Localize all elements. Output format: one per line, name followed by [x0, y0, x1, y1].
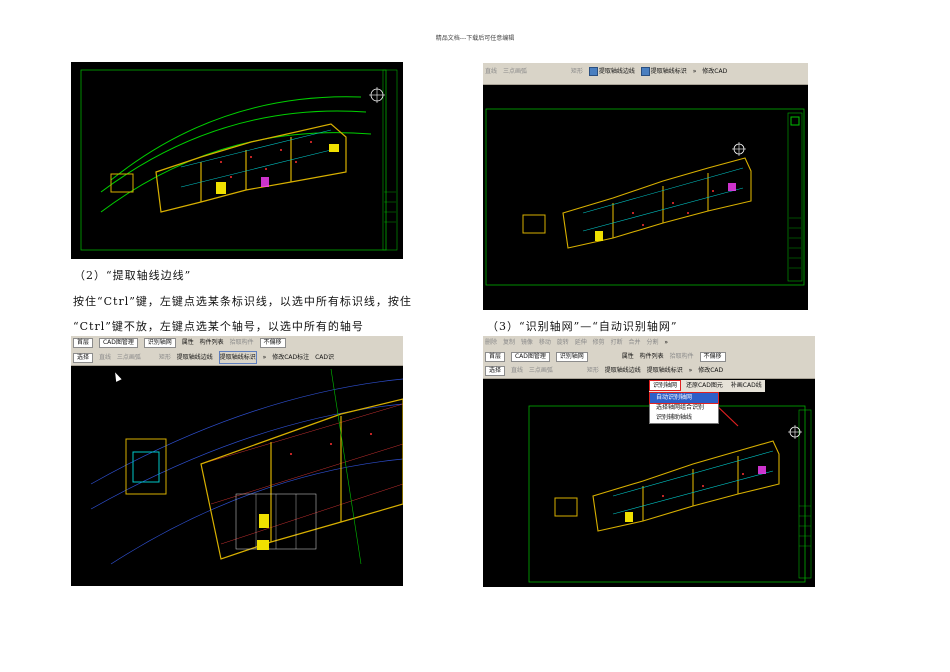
toolbar-modify: 删除 复制 镜像 移动 旋转 延伸 修剪 打断 合并 分割 » — [483, 336, 815, 351]
split-button[interactable]: 分割 — [646, 337, 658, 348]
rect-tool[interactable]: 矩形 — [587, 365, 599, 376]
copy-button[interactable]: 复制 — [503, 337, 515, 348]
extract-axis-edge-button[interactable]: 提取轴线边线 — [605, 365, 641, 376]
modify-cad-button[interactable]: 修改CAD — [698, 365, 723, 376]
cad-identify-button[interactable]: CAD识 — [315, 352, 334, 363]
properties-button[interactable]: 属性 — [622, 351, 634, 362]
caption-step2-line1: 按住“Ctrl”键，左键点选某条标识线，以选中所有标识线，按住 — [73, 295, 412, 308]
component-list-button[interactable]: 构件列表 — [200, 337, 224, 348]
select-tool[interactable]: 选择 — [73, 352, 94, 363]
move-button[interactable]: 移动 — [539, 337, 551, 348]
menu-item-auto-identify[interactable]: 自动识别轴网 — [649, 392, 719, 404]
line-tool[interactable]: 直线 — [511, 365, 523, 376]
extract-axis-label-button[interactable]: 提取轴线标识 — [647, 365, 683, 376]
modify-cad-label-button[interactable]: 修改CAD标注 — [272, 352, 309, 363]
cad-screenshot-top-left — [71, 62, 403, 259]
identify-axis-select[interactable]: 识别轴网 — [143, 337, 176, 348]
identify-toolbar: 识别轴网 还原CAD图元 补画CAD线 — [649, 380, 765, 392]
identify-axis-dropdown: 自动识别轴网 选择轴网组合识别 识别辅助轴线 — [649, 392, 719, 424]
cad-manage-select[interactable]: CAD图管理 — [510, 351, 550, 362]
extract-axis-edge-button[interactable]: 提取轴线边线 — [177, 352, 213, 363]
mirror-button[interactable]: 镜像 — [521, 337, 533, 348]
caption-step2-line2: “Ctrl”键不放，左键点选某个轴号，以选中所有的轴号 — [73, 320, 364, 333]
cad-drawing — [90, 368, 403, 565]
arc-tool[interactable]: 三点画弧 — [529, 365, 553, 376]
cad-screenshot-top-right: 直线 三点画弧 矩形 提取轴线边线 提取轴线标识 » 修改CAD — [483, 63, 808, 310]
restore-cad-button[interactable]: 还原CAD图元 — [683, 381, 726, 390]
floor-select[interactable]: 首层 — [485, 351, 506, 362]
page-header: 精品文档---下载后可任意编辑 — [435, 35, 515, 42]
rotate-button[interactable]: 旋转 — [557, 337, 569, 348]
break-button[interactable]: 打断 — [611, 337, 623, 348]
more-button[interactable]: » — [263, 352, 267, 363]
pick-component-button[interactable]: 拾取构件 — [230, 337, 254, 348]
caption-step3-title: （3）“识别轴网”—“自动识别轴网” — [487, 320, 678, 333]
select-tool[interactable]: 选择 — [485, 365, 506, 376]
extend-button[interactable]: 延伸 — [575, 337, 587, 348]
properties-button[interactable]: 属性 — [182, 337, 194, 348]
cad-manage-select[interactable]: CAD图管理 — [98, 337, 138, 348]
more-button[interactable]: » — [664, 337, 668, 348]
component-list-button[interactable]: 构件列表 — [640, 351, 664, 362]
floor-select[interactable]: 首层 — [73, 337, 94, 348]
rect-tool[interactable]: 矩形 — [159, 352, 171, 363]
caption-step2-title: （2）“提取轴线边线” — [74, 269, 192, 282]
toolbar-draw: 选择 直线 三点画弧 矩形 提取轴线边线 提取轴线标识 » 修改CAD — [483, 364, 815, 379]
trim-button[interactable]: 修剪 — [593, 337, 605, 348]
toolbar-layer: 首层 CAD图管理 识别轴网 属性 构件列表 拾取构件 不偏移 — [71, 336, 403, 351]
line-tool[interactable]: 直线 — [99, 352, 111, 363]
fill-cad-line-button[interactable]: 补画CAD线 — [728, 381, 765, 390]
cad-screenshot-bottom-left: 首层 CAD图管理 识别轴网 属性 构件列表 拾取构件 不偏移 选择 直线 三点… — [71, 336, 403, 586]
menu-item-aux-axis[interactable]: 识别辅助轴线 — [650, 413, 718, 423]
extract-axis-label-button[interactable]: 提取轴线标识 — [218, 351, 257, 364]
toolbar-layer: 首层 CAD图管理 识别轴网 属性 构件列表 拾取构件 不偏移 — [483, 350, 815, 365]
pick-component-button[interactable]: 拾取构件 — [670, 351, 694, 362]
menu-item-combo-identify[interactable]: 选择轴网组合识别 — [650, 403, 718, 413]
cad-drawing — [80, 69, 398, 251]
identify-axis-menu-button[interactable]: 识别轴网 — [649, 380, 682, 391]
offset-select[interactable]: 不偏移 — [699, 351, 726, 362]
more-button[interactable]: » — [689, 365, 693, 376]
arc-tool[interactable]: 三点画弧 — [117, 352, 141, 363]
identify-axis-select[interactable]: 识别轴网 — [555, 351, 588, 362]
toolbar-draw: 选择 直线 三点画弧 矩形 提取轴线边线 提取轴线标识 » 修改CAD标注 CA… — [71, 350, 403, 366]
merge-button[interactable]: 合并 — [629, 337, 641, 348]
delete-button[interactable]: 删除 — [485, 337, 497, 348]
cad-screenshot-bottom-right: 删除 复制 镜像 移动 旋转 延伸 修剪 打断 合并 分割 » 首层 CAD图管… — [483, 336, 815, 587]
cad-drawing — [485, 108, 805, 286]
offset-select[interactable]: 不偏移 — [259, 337, 286, 348]
